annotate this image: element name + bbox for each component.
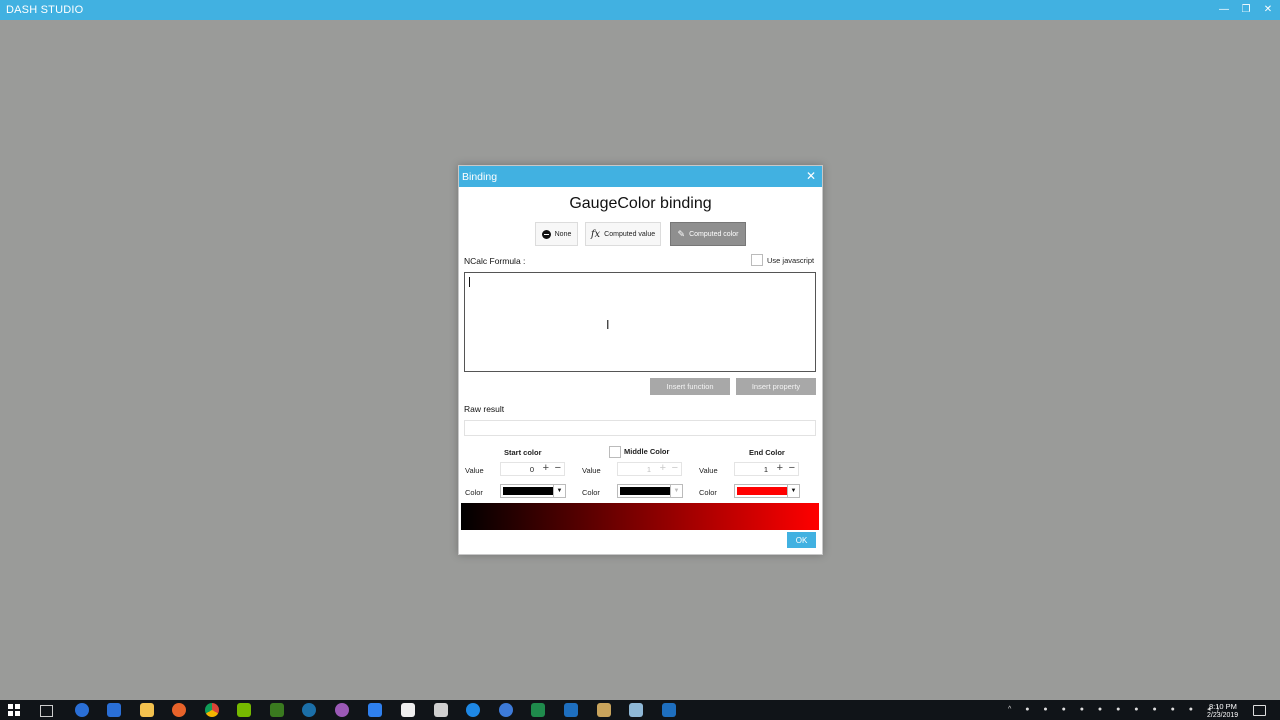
middle-decrement-icon[interactable]: − [672,462,678,474]
middle-color-picker[interactable]: ▼ [617,484,683,498]
chevron-down-icon[interactable]: ▼ [670,485,682,497]
end-color-label: Color [699,488,717,497]
start-color-title: Start color [504,448,542,457]
end-increment-icon[interactable]: + [777,462,783,474]
binding-dialog: Binding ✕ GaugeColor binding None fx Com… [458,165,823,555]
end-decrement-icon[interactable]: − [789,462,795,474]
excel-icon[interactable] [531,703,545,717]
mode-computed-value-button[interactable]: fx Computed value [585,222,661,246]
fox-icon[interactable] [401,703,415,717]
raw-result-field [464,420,816,436]
dialog-close-icon[interactable]: ✕ [806,169,816,183]
edge-icon[interactable] [75,703,89,717]
middle-increment-icon[interactable]: + [660,462,666,474]
task-view-icon[interactable] [40,705,53,717]
chevron-down-icon[interactable]: ▼ [553,485,565,497]
ibeam-cursor-icon: I [606,318,610,332]
maximize-icon[interactable]: ❐ [1235,0,1257,20]
chevron-down-icon[interactable]: ▼ [787,485,799,497]
end-value: 1 [763,465,768,474]
steam-icon[interactable] [302,703,316,717]
film-icon[interactable] [434,703,448,717]
app2-icon[interactable] [499,703,513,717]
end-color-title: End Color [749,448,785,457]
nvidia-geforce-icon[interactable] [270,703,284,717]
start-value-label: Value [465,466,484,475]
ok-button[interactable]: OK [787,532,816,548]
formula-textarea[interactable]: I [464,272,816,372]
dash-studio-icon[interactable] [629,703,643,717]
middle-color-label: Color [582,488,600,497]
dialog-titlebar: Binding ✕ [459,166,822,187]
end-color-picker[interactable]: ▼ [734,484,800,498]
formula-label: NCalc Formula : [464,256,526,266]
insert-property-button[interactable]: Insert property [736,378,816,395]
start-increment-icon[interactable]: + [543,462,549,474]
end-color-swatch [737,487,788,495]
chrome-icon[interactable] [205,703,219,717]
minimize-icon[interactable]: — [1213,0,1235,20]
close-app-icon[interactable]: ✕ [1257,0,1279,20]
firefox-icon[interactable] [172,703,186,717]
mode-computed-color-label: Computed color [689,230,739,238]
taskbar: ^ ● ● ● ● ● ● ● ● ● ● ◂) [0,700,1280,720]
end-value-label: Value [699,466,718,475]
none-icon [541,229,551,239]
gradient-preview [461,503,819,530]
start-color-label: Color [465,488,483,497]
text-caret [469,277,470,287]
notification-icon[interactable] [1253,705,1266,716]
middle-color-title: Middle Color [624,447,670,456]
clock-time[interactable]: 8:10 PM [1209,702,1237,711]
vs-icon[interactable] [368,703,382,717]
fx-icon: fx [590,228,601,240]
start-value: 0 [529,465,534,474]
mode-none-button[interactable]: None [535,222,578,246]
app4-icon[interactable] [662,703,676,717]
start-value-stepper[interactable]: 0 + − [500,462,565,476]
game-icon[interactable] [564,703,578,717]
dialog-heading: GaugeColor binding [569,195,712,212]
app-title: DASH STUDIO [6,4,84,16]
use-javascript-label: Use javascript [767,256,815,265]
app-titlebar: DASH STUDIO — ❐ ✕ [0,0,1280,20]
use-javascript-checkbox[interactable] [751,254,763,266]
middle-color-swatch [620,487,671,495]
start-decrement-icon[interactable]: − [555,462,561,474]
middle-value: 1 [646,465,651,474]
start-color-picker[interactable]: ▼ [500,484,566,498]
file-explorer-icon[interactable] [140,703,154,717]
outlook-icon[interactable] [466,703,480,717]
dialog-title: Binding [462,171,498,183]
system-tray[interactable]: ^ ● ● ● ● ● ● ● ● ● ● ◂) [1008,705,1225,713]
nvidia-icon[interactable] [237,703,251,717]
brush-icon: ✎ [677,228,686,239]
insert-function-button[interactable]: Insert function [650,378,730,395]
mode-computed-value-label: Computed value [604,230,656,238]
raw-result-label: Raw result [464,404,505,414]
app3-icon[interactable] [597,703,611,717]
middle-value-stepper[interactable]: 1 + − [617,462,682,476]
mode-computed-color-button[interactable]: ✎ Computed color [670,222,746,246]
middle-color-checkbox[interactable] [609,446,621,458]
mode-none-label: None [554,230,572,238]
app-icon[interactable] [335,703,349,717]
end-value-stepper[interactable]: 1 + − [734,462,799,476]
clock-date[interactable]: 2/23/2019 [1207,712,1238,719]
middle-value-label: Value [582,466,601,475]
windows-start-icon[interactable] [8,704,20,716]
store-icon[interactable] [107,703,121,717]
start-color-swatch [503,487,554,495]
